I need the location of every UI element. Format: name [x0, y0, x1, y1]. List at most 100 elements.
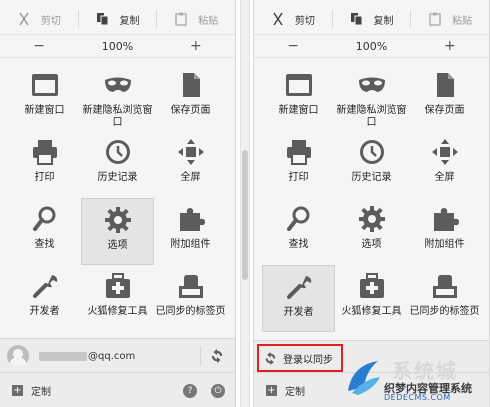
options-gear-icon [357, 205, 387, 233]
menu-tile-addons-puzzle[interactable]: 附加组件 [408, 198, 481, 265]
menu-tile-repair-toolbox[interactable]: 火狐修复工具 [335, 265, 408, 332]
addons-puzzle-icon [176, 205, 206, 233]
find-icon [30, 205, 60, 233]
synced-tabs-icon [430, 272, 460, 300]
menu-tile-label: 附加组件 [424, 239, 465, 250]
menu-tile-developer-wrench[interactable]: 开发者 [262, 265, 335, 332]
paste-label: 粘贴 [452, 15, 473, 27]
copy-icon [96, 12, 110, 26]
new-window-icon [30, 71, 60, 99]
plus-icon: + [266, 385, 277, 396]
menu-tile-history-clock[interactable]: 历史记录 [81, 131, 154, 198]
email-blurred-part [39, 351, 87, 361]
zoom-in-button[interactable]: + [157, 38, 235, 54]
copy-icon [350, 12, 364, 26]
menu-panel-left: 剪切 复制 粘贴 − 100% + 新建窗口 新建隐私浏览窗口 保存页面打印 历史记录… [0, 0, 236, 407]
avatar [7, 345, 29, 367]
paste-button[interactable]: 粘贴 [411, 4, 489, 34]
menu-tile-synced-tabs[interactable]: 已同步的标签页 [408, 265, 481, 332]
private-mask-icon [357, 71, 387, 99]
cut-label: 剪切 [294, 15, 315, 27]
menu-tile-label: 火狐修复工具 [341, 306, 402, 317]
menu-tile-private-mask[interactable]: 新建隐私浏览窗口 [81, 64, 154, 131]
history-clock-icon [103, 138, 133, 166]
menu-tile-label: 已同步的标签页 [409, 306, 480, 317]
menu-tile-label: 选项 [361, 239, 382, 250]
clipboard-icon [428, 12, 442, 26]
zoom-controls: − 100% + [254, 34, 489, 58]
menu-tile-label: 查找 [34, 239, 55, 250]
zoom-out-button[interactable]: − [0, 38, 78, 54]
menu-tile-options-gear[interactable]: 选项 [335, 198, 408, 265]
menu-tile-developer-wrench[interactable]: 开发者 [8, 265, 81, 332]
menu-panel-right: 剪切 复制 粘贴 − 100% + 新建窗口 新建隐私浏览窗口 保存页面打印 历史记录… [253, 0, 490, 407]
customize-button[interactable]: 定制 [285, 383, 305, 398]
repair-toolbox-icon [357, 272, 387, 300]
copy-label: 复制 [373, 15, 394, 27]
menu-tile-fullscreen[interactable]: 全屏 [408, 131, 481, 198]
menu-tile-label: 保存页面 [170, 105, 211, 116]
menu-tile-label: 开发者 [29, 306, 60, 317]
edit-controls: 剪切 复制 粘贴 [254, 4, 489, 34]
paste-label: 粘贴 [198, 15, 219, 27]
edit-controls: 剪切 复制 粘贴 [0, 4, 235, 34]
menu-tile-save-page[interactable]: 保存页面 [154, 64, 227, 131]
menu-tile-label: 查找 [288, 239, 309, 250]
cut-label: 剪切 [40, 15, 61, 27]
sync-icon [264, 352, 277, 365]
sync-icon[interactable] [200, 346, 227, 366]
menu-tile-new-window[interactable]: 新建窗口 [8, 64, 81, 131]
watermark-domain: DEDECMS.COM [384, 393, 451, 402]
cut-button[interactable]: 剪切 [0, 4, 78, 34]
menu-tile-addons-puzzle[interactable]: 附加组件 [154, 198, 227, 265]
copy-button[interactable]: 复制 [79, 4, 157, 34]
menu-tile-fullscreen[interactable]: 全屏 [154, 131, 227, 198]
copy-button[interactable]: 复制 [333, 4, 411, 34]
menu-tile-label: 新建窗口 [24, 105, 65, 116]
account-row[interactable]: @qq.com [0, 338, 235, 373]
menu-tile-label: 火狐修复工具 [87, 306, 148, 317]
menu-tile-print[interactable]: 打印 [262, 131, 335, 198]
cut-button[interactable]: 剪切 [254, 4, 332, 34]
zoom-in-button[interactable]: + [411, 38, 489, 54]
menu-tile-find[interactable]: 查找 [262, 198, 335, 265]
menu-tile-label: 全屏 [180, 172, 201, 183]
scrollbar-thumb[interactable] [242, 150, 248, 280]
customize-row: + 定制 ? ⏻ [0, 372, 235, 407]
watermark-logo-icon [348, 361, 380, 395]
menu-tile-options-gear[interactable]: 选项 [81, 198, 154, 265]
menu-grid: 新建窗口 新建隐私浏览窗口 保存页面打印 历史记录 全屏查找 选项 附加组件开发者 火狐修复工… [8, 64, 229, 332]
options-gear-icon [103, 206, 133, 234]
repair-toolbox-icon [103, 272, 133, 300]
zoom-out-button[interactable]: − [254, 38, 332, 54]
scrollbar[interactable] [240, 0, 250, 407]
menu-tile-label: 新建隐私浏览窗口 [82, 105, 153, 128]
menu-tile-new-window[interactable]: 新建窗口 [262, 64, 335, 131]
menu-tile-repair-toolbox[interactable]: 火狐修复工具 [81, 265, 154, 332]
signin-to-sync-button[interactable]: 登录以同步 [257, 344, 343, 372]
copy-label: 复制 [119, 15, 140, 27]
paste-button[interactable]: 粘贴 [157, 4, 235, 34]
customize-button[interactable]: 定制 [31, 383, 51, 398]
menu-tile-synced-tabs[interactable]: 已同步的标签页 [154, 265, 227, 332]
menu-tile-private-mask[interactable]: 新建隐私浏览窗口 [335, 64, 408, 131]
menu-tile-label: 附加组件 [170, 239, 211, 250]
watermark: 系统城 织梦内容管理系统 DEDECMS.COM [334, 355, 490, 407]
developer-wrench-icon [30, 272, 60, 300]
menu-tile-label: 新建窗口 [278, 105, 319, 116]
zoom-reset-button[interactable]: 100% [78, 40, 156, 53]
print-icon [30, 138, 60, 166]
menu-tile-history-clock[interactable]: 历史记录 [335, 131, 408, 198]
scissors-icon [271, 12, 285, 26]
power-icon[interactable]: ⏻ [211, 383, 225, 398]
fullscreen-icon [430, 138, 460, 166]
developer-wrench-icon [284, 273, 314, 301]
help-icon[interactable]: ? [183, 383, 197, 398]
zoom-reset-button[interactable]: 100% [332, 40, 410, 53]
menu-tile-find[interactable]: 查找 [8, 198, 81, 265]
find-icon [284, 205, 314, 233]
menu-tile-label: 历史记录 [351, 172, 392, 183]
menu-tile-print[interactable]: 打印 [8, 131, 81, 198]
menu-grid: 新建窗口 新建隐私浏览窗口 保存页面打印 历史记录 全屏查找 选项 附加组件开发者 火狐修复工… [262, 64, 483, 332]
menu-tile-save-page[interactable]: 保存页面 [408, 64, 481, 131]
